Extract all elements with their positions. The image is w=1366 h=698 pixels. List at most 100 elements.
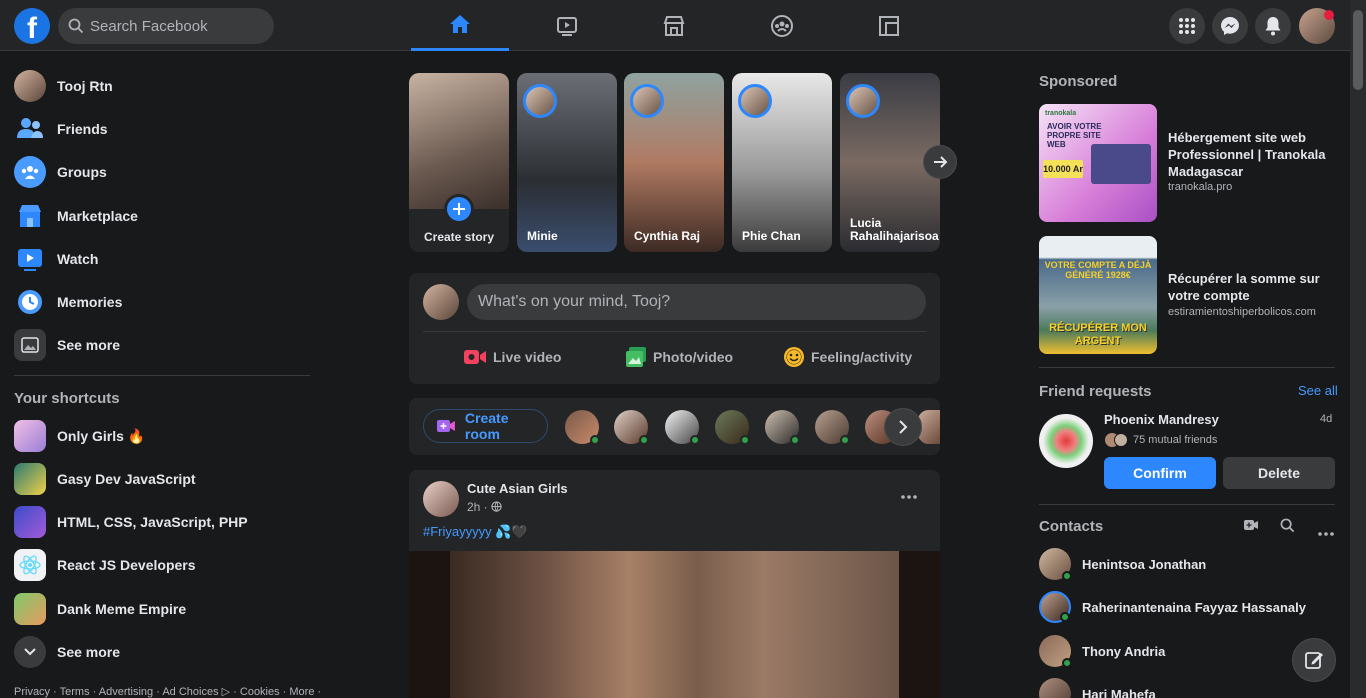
- marketplace-tab[interactable]: [625, 0, 723, 51]
- sidebar-item-memories[interactable]: Memories: [8, 282, 308, 322]
- see-all-link[interactable]: See all: [1298, 383, 1338, 398]
- globe-icon: [491, 501, 502, 512]
- ad-image[interactable]: VOTRE COMPTE A DÉJÀ GÉNÉRÉ 1928€ RÉCUPÉR…: [1039, 236, 1157, 354]
- sidebar-item-see-more[interactable]: See more: [8, 325, 308, 365]
- groups-icon: [14, 156, 46, 188]
- more-horizontal-icon: [1318, 532, 1334, 536]
- watch-tab[interactable]: [518, 0, 616, 51]
- story-card[interactable]: Phie Chan: [732, 73, 832, 252]
- post-author[interactable]: Cute Asian Girls: [467, 481, 568, 496]
- composer-divider: [423, 331, 926, 332]
- search-input[interactable]: [90, 17, 250, 35]
- gaming-tab[interactable]: [840, 0, 938, 51]
- photo-video-label: Photo/video: [653, 349, 734, 365]
- ad-image[interactable]: tranokala AVOIR VOTRE PROPRE SITE WEB 10…: [1039, 104, 1157, 222]
- arrow-right-icon: [934, 156, 948, 168]
- contacts-search-button[interactable]: [1280, 518, 1295, 536]
- ad-url[interactable]: tranokala.pro: [1168, 181, 1232, 193]
- feeling-activity-button[interactable]: Feeling/activity: [783, 342, 912, 372]
- contact-item[interactable]: Raherinantenaina Fayyaz Hassanaly: [1039, 587, 1306, 627]
- story-name: Minie: [527, 229, 558, 243]
- new-room-button[interactable]: [1243, 518, 1259, 535]
- composer-avatar: [423, 284, 459, 320]
- laptop-icon: [1091, 144, 1151, 184]
- friend-requests-title: Friend requests: [1039, 383, 1152, 400]
- search-box[interactable]: [58, 8, 274, 44]
- shortcut-item[interactable]: Dank Meme Empire: [8, 589, 308, 629]
- mutual-friends-count[interactable]: 75 mutual friends: [1133, 434, 1217, 446]
- react-icon: [14, 549, 46, 581]
- shortcut-item[interactable]: React JS Developers: [8, 545, 308, 585]
- sidebar-item-label: Tooj Rtn: [57, 78, 113, 94]
- create-story-image: [409, 73, 509, 209]
- rooms-next-button[interactable]: [884, 408, 922, 446]
- new-message-button[interactable]: [1292, 638, 1336, 682]
- composer-input[interactable]: What's on your mind, Tooj?: [467, 284, 926, 320]
- ad-title[interactable]: Hébergement site web Professionnel | Tra…: [1168, 129, 1338, 180]
- create-room-button[interactable]: Create room: [423, 409, 548, 443]
- contact-item[interactable]: Henintsoa Jonathan: [1039, 544, 1206, 584]
- confirm-button[interactable]: Confirm: [1104, 457, 1216, 489]
- online-indicator: [1062, 658, 1072, 668]
- create-story-card[interactable]: Create story: [409, 73, 509, 252]
- sidebar-item-profile[interactable]: Tooj Rtn: [8, 66, 308, 106]
- contact-item[interactable]: Hari Mahefa: [1039, 674, 1156, 698]
- photo-icon: [626, 347, 646, 367]
- sidebar-item-friends[interactable]: Friends: [8, 109, 308, 149]
- group-thumbnail: [14, 463, 46, 495]
- ad-image-headline: VOTRE COMPTE A DÉJÀ GÉNÉRÉ 1928€: [1044, 260, 1152, 280]
- sidebar-divider: [14, 375, 310, 376]
- post-time[interactable]: 2h ·: [467, 500, 502, 514]
- ad-title[interactable]: Récupérer la somme sur votre compte: [1168, 270, 1338, 304]
- shortcut-item[interactable]: Only Girls 🔥: [8, 416, 308, 456]
- contacts-options-button[interactable]: [1318, 523, 1334, 539]
- contact-avatar: [1039, 548, 1072, 581]
- sidebar-item-label: Watch: [57, 251, 99, 267]
- groups-tab[interactable]: [733, 0, 831, 51]
- friend-request-avatar[interactable]: [1039, 414, 1093, 468]
- friend-request-name[interactable]: Phoenix Mandresy: [1104, 412, 1219, 427]
- plus-icon[interactable]: [444, 194, 474, 224]
- store-icon: [663, 15, 685, 36]
- sidebar-item-marketplace[interactable]: Marketplace: [8, 196, 308, 236]
- messenger-button[interactable]: [1212, 8, 1248, 44]
- sidebar-item-groups[interactable]: Groups: [8, 152, 308, 192]
- photo-video-button[interactable]: Photo/video: [625, 342, 733, 372]
- contact-avatar: [1039, 591, 1071, 623]
- footer-links[interactable]: Privacy · Terms · Advertising · Ad Choic…: [14, 685, 321, 698]
- live-video-button[interactable]: Live video: [463, 342, 561, 372]
- sponsored-title: Sponsored: [1039, 73, 1118, 90]
- post-text[interactable]: #Friyayyyyy 💦🖤: [423, 524, 528, 540]
- sidebar-item-label: See more: [57, 337, 121, 353]
- menu-button[interactable]: [1169, 8, 1205, 44]
- story-card[interactable]: Minie: [517, 73, 617, 252]
- chevron-right-icon: [899, 420, 908, 434]
- notifications-button[interactable]: [1255, 8, 1291, 44]
- post-image[interactable]: [409, 551, 940, 698]
- story-card[interactable]: Cynthia Raj: [624, 73, 724, 252]
- scrollbar[interactable]: [1350, 0, 1366, 698]
- delete-button[interactable]: Delete: [1223, 457, 1335, 489]
- shortcut-label: HTML, CSS, JavaScript, PHP: [57, 514, 248, 530]
- facebook-logo-icon[interactable]: f: [14, 8, 50, 44]
- group-thumbnail: [14, 420, 46, 452]
- shortcut-see-more[interactable]: See more: [8, 632, 308, 672]
- stories-next-button[interactable]: [923, 145, 957, 179]
- contact-item[interactable]: Thony Andria: [1039, 631, 1165, 671]
- messenger-icon: [1221, 17, 1239, 35]
- home-tab[interactable]: [411, 0, 509, 51]
- memories-icon: [14, 286, 46, 318]
- see-more-icon: [14, 329, 46, 361]
- right-divider: [1039, 367, 1335, 368]
- contact-name: Henintsoa Jonathan: [1082, 556, 1207, 572]
- post-author-avatar[interactable]: [423, 481, 459, 517]
- shortcut-label: React JS Developers: [57, 557, 196, 573]
- online-indicator: [1060, 612, 1070, 622]
- post-options-button[interactable]: [898, 488, 920, 506]
- scrollbar-thumb[interactable]: [1353, 10, 1363, 90]
- sidebar-item-watch[interactable]: Watch: [8, 239, 308, 279]
- shortcut-label: Gasy Dev JavaScript: [57, 471, 196, 487]
- shortcut-item[interactable]: HTML, CSS, JavaScript, PHP: [8, 502, 308, 542]
- shortcut-item[interactable]: Gasy Dev JavaScript: [8, 459, 308, 499]
- ad-url[interactable]: estiramientoshiperbolicos.com: [1168, 306, 1316, 318]
